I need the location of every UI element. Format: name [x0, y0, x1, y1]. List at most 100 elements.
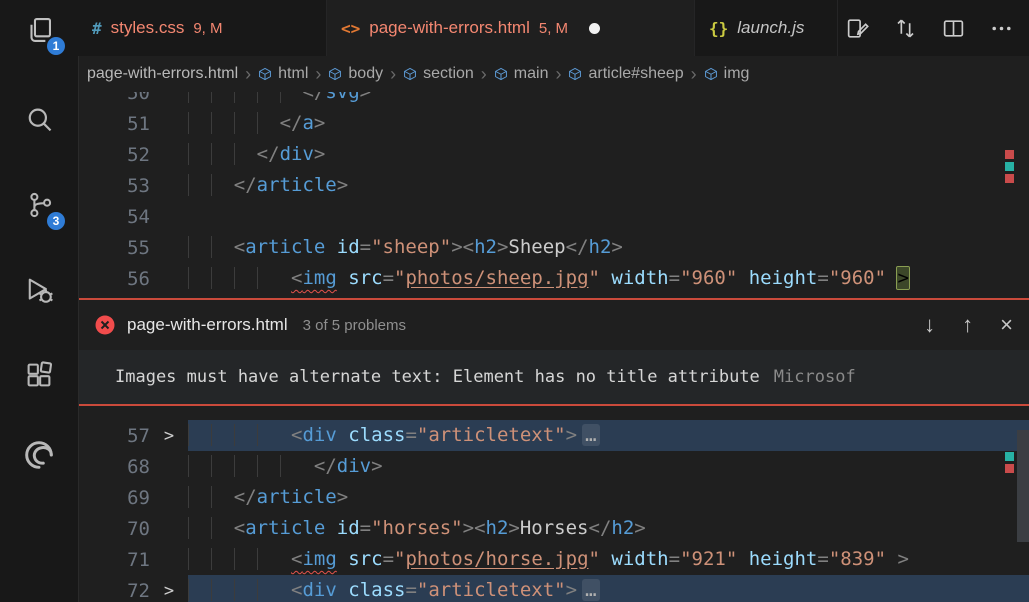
minimap-error-mark [1005, 464, 1014, 473]
indent-guide [188, 455, 211, 477]
code-text[interactable]: <article id="horses"><h2>Horses</h2> [188, 513, 1029, 544]
code-token [737, 548, 748, 570]
fold-chevron-icon[interactable]: > [150, 581, 188, 601]
code-token: < [234, 517, 245, 539]
next-problem-button[interactable]: ↓ [924, 314, 935, 336]
source-control-button[interactable]: 3 [0, 177, 78, 233]
tab-label: styles.css [111, 18, 185, 38]
code-token: div [337, 455, 371, 477]
code-token: " [589, 548, 600, 570]
code-text[interactable]: </article> [188, 170, 1029, 201]
code-token: " [589, 267, 600, 289]
file-link[interactable]: photos/horse.jpg [405, 548, 588, 570]
css-file-icon: # [92, 19, 102, 38]
line-number: 70 [78, 518, 150, 540]
code-token: </ [234, 486, 257, 508]
breadcrumb-label: main [514, 65, 549, 83]
indent-guide [234, 143, 257, 165]
edge-devtools-button[interactable] [0, 427, 78, 483]
explorer-button[interactable]: 1 [0, 2, 78, 58]
code-token: < [291, 579, 302, 601]
search-button[interactable] [0, 92, 78, 148]
code-token: img [302, 267, 336, 289]
code-token: img [302, 548, 336, 570]
tab-styles-css[interactable]: # styles.css 9, M [78, 0, 327, 56]
file-link[interactable]: photos/sheep.jpg [405, 267, 588, 289]
indent-guide [211, 112, 234, 134]
code-text[interactable]: <img src="photos/horse.jpg" width="921" … [188, 544, 1029, 575]
indent-guide [234, 112, 257, 134]
line-number: 68 [78, 456, 150, 478]
explorer-badge: 1 [47, 37, 65, 55]
code-text[interactable]: <div class="articletext">… [188, 575, 1029, 602]
code-token: h2 [486, 517, 509, 539]
chevron-right-icon: › [555, 64, 561, 85]
extensions-button[interactable] [0, 347, 78, 403]
code-text[interactable] [188, 201, 1029, 232]
breadcrumb-item-body[interactable]: body [328, 65, 383, 83]
vscode-window: 50 </svg>51 </a>52 </div>53 </article>54… [0, 0, 1029, 602]
breadcrumb-item-main[interactable]: main [494, 65, 549, 83]
previous-problem-button[interactable]: ↑ [962, 314, 973, 336]
code-line-55: 55 <article id="sheep"><h2>Sheep</h2> [78, 232, 1029, 263]
code-token: </ [566, 236, 589, 258]
indent-guide [188, 579, 211, 601]
code-token: article [245, 236, 325, 258]
minimap-error-mark [1005, 150, 1014, 159]
code-text[interactable]: </a> [188, 108, 1029, 139]
breadcrumb-item-section[interactable]: section [403, 65, 474, 83]
code-token [337, 548, 348, 570]
indent-guide [257, 548, 280, 570]
breadcrumb-item-article-sheep[interactable]: article#sheep [568, 65, 683, 83]
more-actions-button[interactable] [987, 14, 1015, 42]
code-text[interactable]: <img src="photos/sheep.jpg" width="960" … [188, 263, 1029, 294]
scrollbar-thumb[interactable] [1017, 430, 1029, 542]
breadcrumb-label: article#sheep [588, 65, 683, 83]
indent-guide [188, 486, 211, 508]
code-token: = [360, 236, 371, 258]
code-editor-lower: 57> <div class="articletext">…68 </div>6… [78, 420, 1029, 602]
code-token: div [280, 143, 314, 165]
code-token [337, 579, 348, 601]
problem-message: Images must have alternate text: Element… [115, 367, 760, 387]
breadcrumb-item-html[interactable]: html [258, 65, 308, 83]
code-token: > [337, 486, 348, 508]
indent-guide [234, 579, 257, 601]
source-control-badge: 3 [47, 212, 65, 230]
code-text[interactable]: </div> [188, 451, 1029, 482]
indent-guide [257, 455, 280, 477]
compare-changes-button[interactable] [891, 14, 919, 42]
line-number: 55 [78, 237, 150, 259]
close-panel-button[interactable]: × [1000, 314, 1013, 336]
open-changes-button[interactable] [843, 14, 871, 42]
code-text[interactable]: <article id="sheep"><h2>Sheep</h2> [188, 232, 1029, 263]
line-number: 72 [78, 580, 150, 602]
code-text[interactable]: </article> [188, 482, 1029, 513]
fold-chevron-icon[interactable]: > [150, 426, 188, 446]
code-token: "articletext" [417, 579, 566, 601]
code-token: article [257, 486, 337, 508]
code-token [886, 267, 897, 289]
code-text[interactable]: <div class="articletext">… [188, 420, 1029, 451]
code-token: id [337, 236, 360, 258]
code-token: "960" [829, 267, 886, 289]
code-text[interactable]: </div> [188, 139, 1029, 170]
symbol-icon [494, 67, 508, 81]
code-token: </ [589, 517, 612, 539]
split-editor-button[interactable] [939, 14, 967, 42]
indent-guide [257, 112, 280, 134]
breadcrumb-item-img[interactable]: img [704, 65, 750, 83]
more-actions-icon [989, 16, 1014, 41]
modified-dot[interactable] [589, 23, 600, 34]
code-line-52: 52 </div> [78, 139, 1029, 170]
line-number: 56 [78, 268, 150, 290]
indent-guide [188, 267, 211, 289]
breadcrumb-file[interactable]: page-with-errors.html [87, 65, 238, 83]
code-line-53: 53 </article> [78, 170, 1029, 201]
error-icon [94, 314, 116, 336]
tab-page-with-errors[interactable]: <> page-with-errors.html 5, M [327, 0, 695, 56]
tab-launch-json[interactable]: {} launch.js [695, 0, 838, 56]
indent-guide [188, 424, 211, 446]
run-debug-button[interactable] [0, 262, 78, 318]
problem-row[interactable]: Images must have alternate text: Element… [78, 350, 1029, 404]
